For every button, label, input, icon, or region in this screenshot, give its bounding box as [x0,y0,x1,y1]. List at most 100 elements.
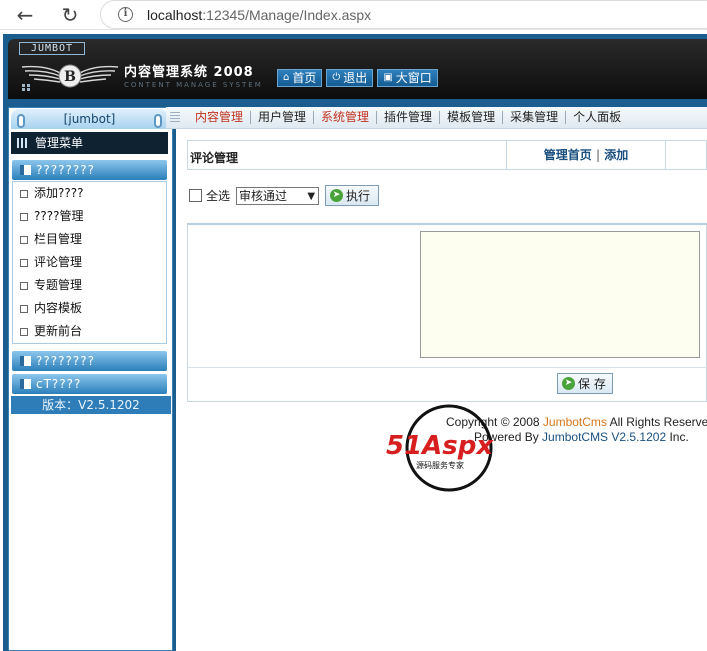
tab-system[interactable]: 系统管理 [314,111,378,124]
copyright-org-link[interactable]: JumbotCms [543,415,607,429]
top-tabs: 内容管理 用户管理 系统管理 插件管理 模板管理 采集管理 个人面板 [166,107,707,129]
link-separator: | [595,148,601,162]
content-header: 评论管理 管理首页 | 添加 [187,140,707,170]
51aspx-watermark-logo: 51Aspx 源码服务专家 [386,404,494,492]
fullscreen-button[interactable]: ▣ 大窗口 [377,69,438,87]
home-button-label: 首页 [292,71,317,85]
section-2-label: ???????? [36,354,95,368]
url-path: :12345/Manage/Index.aspx [202,7,372,23]
action-select[interactable]: 审核通过 ▼ [236,186,320,205]
section-3-label: cT???? [36,377,82,391]
tab-templates[interactable]: 模板管理 [440,111,504,124]
manage-home-link[interactable]: 管理首页 [544,148,592,162]
sidebar-section-1[interactable]: ???????? [12,160,167,180]
svg-text:B: B [64,69,76,85]
tab-content[interactable]: 内容管理 [188,111,252,124]
save-button-label: 保 存 [578,377,606,391]
tab-personal[interactable]: 个人面板 [566,111,628,124]
sidebar: [jumbot] 管理菜单 ???????? 添加???? ????管理 栏目管… [8,107,173,651]
tab-plugins[interactable]: 插件管理 [377,111,441,124]
header-buttons: ⌂ 首页 ⏻ 退出 ▣ 大窗口 [277,69,438,87]
version-label: 版本：V2.5.1202 [11,396,171,414]
user-caption: [jumbot] [11,109,168,129]
action-select-value: 审核通过 [239,188,288,203]
power-icon: ⏻ [332,72,341,83]
select-all-checkbox[interactable] [189,189,202,202]
sidebar-item-comments[interactable]: 评论管理 [13,251,166,274]
reload-icon[interactable]: ↻ [57,2,83,28]
item-box-icon [20,305,28,313]
item-box-icon [20,190,28,198]
sidebar-item-label: 栏目管理 [34,232,83,246]
content-links: 管理首页 | 添加 [506,141,666,169]
sidebar-item-label: 添加???? [34,186,84,200]
item-box-icon [20,213,28,221]
chevron-down-icon: ▼ [307,190,316,202]
section-1-label: ???????? [36,163,95,177]
section-book-icon [20,165,31,175]
sidebar-section-2[interactable]: ???????? [12,351,167,371]
tab-users[interactable]: 用户管理 [251,111,315,124]
save-button[interactable]: ➤ 保 存 [557,373,613,394]
url-host: localhost [147,7,203,23]
save-arrow-icon: ➤ [562,377,575,390]
page-title: 评论管理 [190,151,239,165]
sidebar-item-label: ????管理 [34,209,84,223]
cap-knob-left-icon [17,114,25,128]
brand-tag: JUMBOT [19,42,85,55]
sidebar-item-templates[interactable]: 内容模板 [13,297,166,320]
go-arrow-icon: ➤ [330,189,344,202]
watermark-brand: 51Aspx [386,431,494,461]
address-bar[interactable]: i localhost:12345/Manage/Index.aspx [100,0,707,29]
add-link[interactable]: 添加 [604,148,628,162]
cap-knob-right-icon [154,114,162,128]
powered-suffix: Inc. [666,430,689,444]
watermark-tagline: 源码服务专家 [416,460,464,470]
item-box-icon [20,259,28,267]
tabs-grip-icon [170,112,180,124]
back-arrow-icon[interactable]: ← [12,2,38,28]
action-toolbar: 全选 审核通过 ▼ ➤ 执行 [189,185,380,206]
main-content: 评论管理 管理首页 | 添加 全选 审核通过 ▼ ➤ 执行 ➤ 保 存 Copy… [176,129,707,651]
sidebar-item-label: 内容模板 [34,301,83,315]
sidebar-item-topics[interactable]: 专题管理 [13,274,166,297]
sidebar-menu-list: 添加???? ????管理 栏目管理 评论管理 专题管理 内容模板 更新前台 [12,181,167,344]
bentley-logo-icon: B [21,64,119,91]
logout-button[interactable]: ⏻ 退出 [326,69,374,87]
content-textarea[interactable] [420,231,700,358]
select-all-label: 全选 [206,189,231,203]
home-icon: ⌂ [283,72,290,83]
sidebar-item-update[interactable]: 更新前台 [13,320,166,343]
sidebar-section-3[interactable]: cT???? [12,374,167,394]
sidebar-item-label: 更新前台 [34,324,83,338]
system-title: 内容管理系统 2008 [124,65,254,80]
browser-toolbar: ← ↻ i localhost:12345/Manage/Index.aspx [0,0,707,30]
sidebar-item-columns[interactable]: 栏目管理 [13,228,166,251]
tab-collect[interactable]: 采集管理 [503,111,567,124]
fullscreen-icon: ▣ [383,72,393,83]
home-button[interactable]: ⌂ 首页 [277,69,323,87]
menu-title: 管理菜单 [35,136,84,150]
powered-link[interactable]: JumbotCMS V2.5.1202 [542,430,666,444]
item-box-icon [20,236,28,244]
fullscreen-button-label: 大窗口 [395,71,432,85]
sidebar-item-label: 评论管理 [34,255,83,269]
sidebar-item-add[interactable]: 添加???? [13,182,166,205]
url-text[interactable]: localhost:12345/Manage/Index.aspx [147,7,371,23]
info-icon[interactable]: i [118,7,133,22]
edit-form: ➤ 保 存 [187,225,707,402]
sidebar-item-label: 专题管理 [34,278,83,292]
system-subtitle: CONTENT MANAGE SYSTEM [124,81,263,89]
copyright-suffix: All Rights Reserved [606,415,707,429]
logout-button-label: 退出 [343,71,368,85]
user-name: [jumbot] [63,112,116,126]
execute-button-label: 执行 [346,189,371,203]
item-box-icon [20,328,28,336]
menu-header: 管理菜单 [11,132,168,154]
grid-icon [17,138,29,148]
item-box-icon [20,282,28,290]
execute-button[interactable]: ➤ 执行 [325,185,380,206]
sidebar-item-manage[interactable]: ????管理 [13,205,166,228]
form-divider [188,367,707,368]
section-book-icon [20,379,31,389]
